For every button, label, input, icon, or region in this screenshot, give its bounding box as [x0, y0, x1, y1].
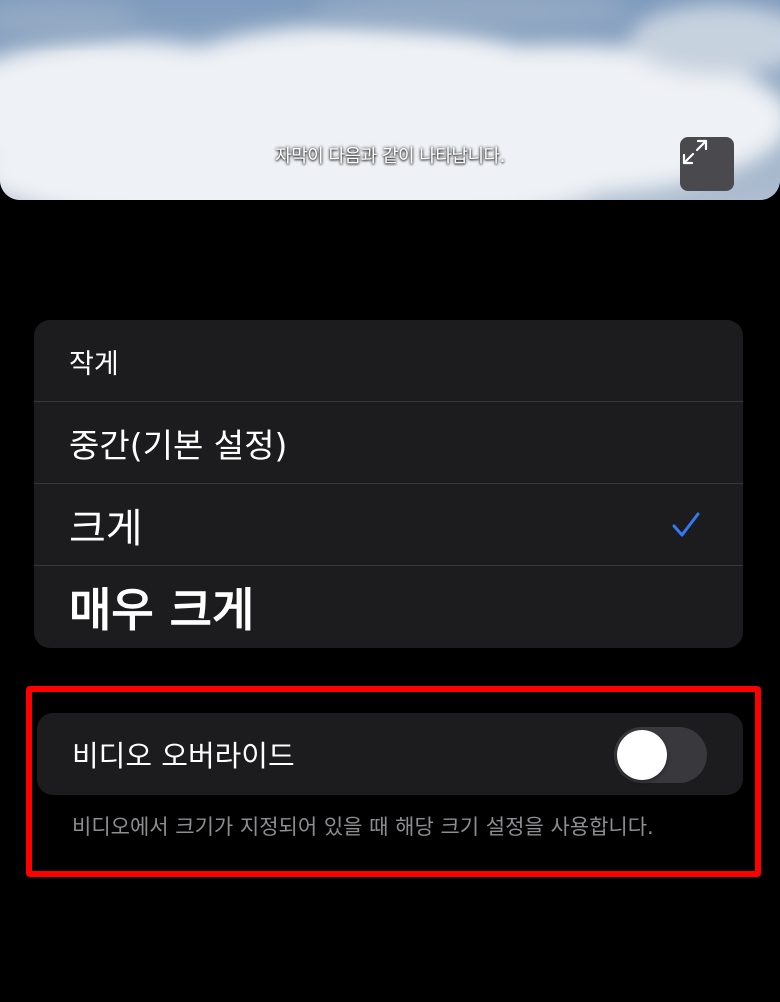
size-option-label: 작게	[69, 348, 119, 380]
size-option-extra-large[interactable]: 매우 크게	[34, 566, 743, 648]
video-override-description: 비디오에서 크기가 지정되어 있을 때 해당 크기 설정을 사용합니다.	[72, 815, 654, 839]
toggle-knob	[617, 730, 667, 780]
size-option-small[interactable]: 작게	[34, 320, 743, 402]
expand-button[interactable]	[680, 137, 734, 191]
size-option-label: 크게	[69, 506, 143, 552]
expand-arrows-icon	[682, 139, 708, 165]
video-preview: 자막이 다음과 같이 나타납니다.	[0, 0, 780, 200]
size-option-medium[interactable]: 중간(기본 설정)	[34, 402, 743, 484]
subtitle-sample: 자막이 다음과 같이 나타납니다.	[275, 146, 505, 167]
video-override-row[interactable]: 비디오 오버라이드	[37, 713, 743, 795]
size-option-label: 매우 크게	[69, 583, 255, 637]
video-override-toggle[interactable]	[614, 727, 707, 783]
checkmark-icon	[672, 512, 700, 537]
caption-size-screen: 자막이 다음과 같이 나타납니다. 작게 중간(기본 설정) 크게 매우 크게 …	[0, 0, 780, 1002]
sky-background	[0, 0, 780, 200]
video-override-label: 비디오 오버라이드	[72, 739, 295, 773]
size-option-label: 중간(기본 설정)	[69, 426, 288, 465]
caption-size-list: 작게 중간(기본 설정) 크게 매우 크게	[34, 320, 743, 648]
size-option-large[interactable]: 크게	[34, 484, 743, 566]
